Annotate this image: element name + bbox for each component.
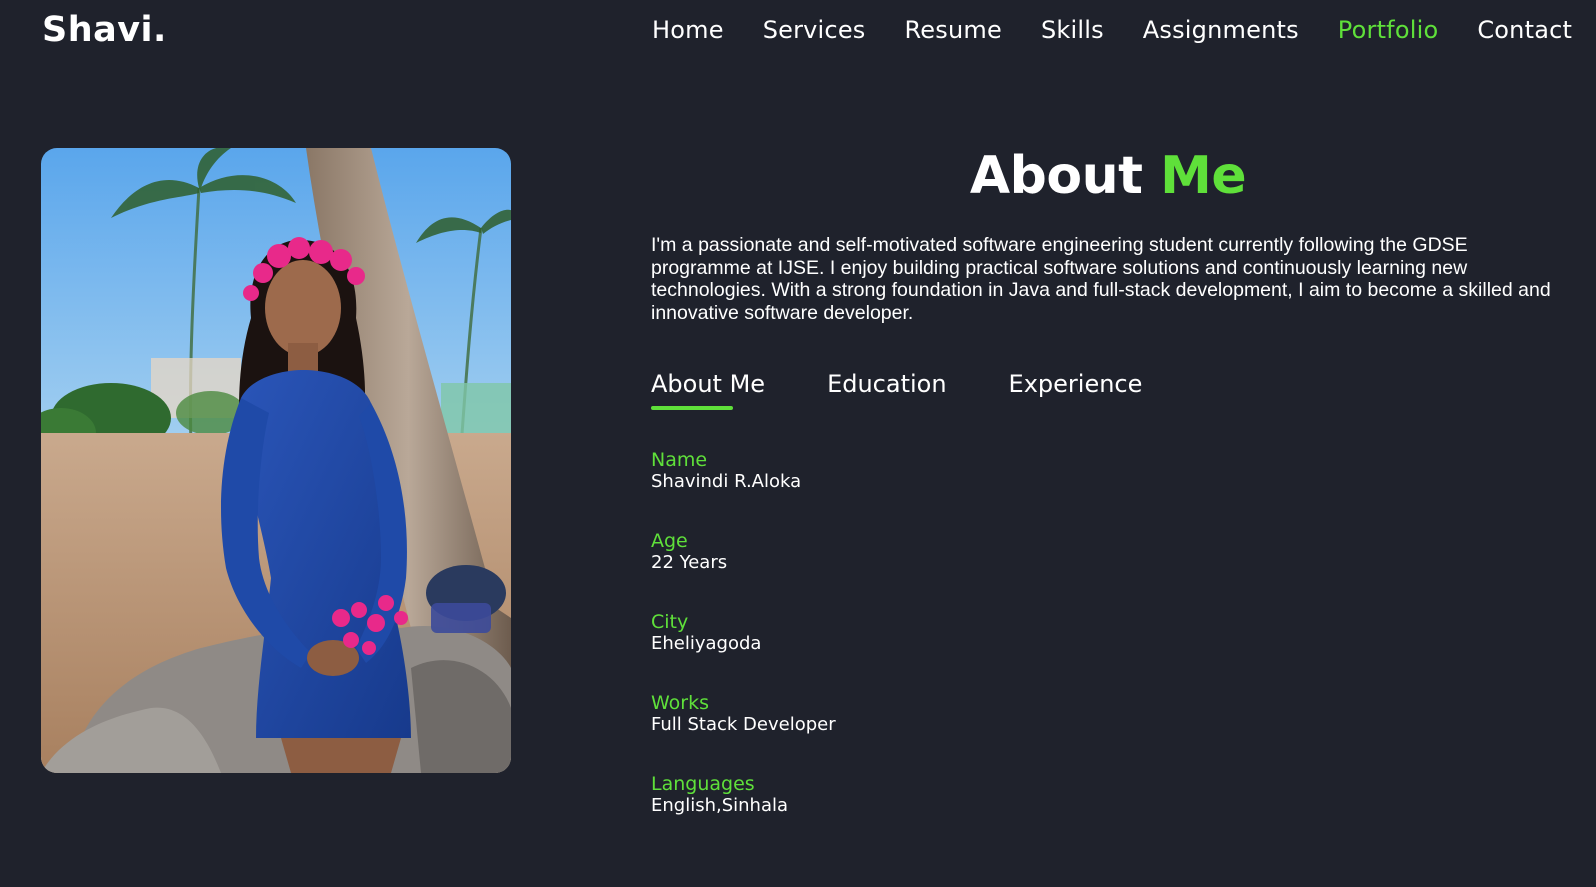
about-heading: About Me (660, 146, 1556, 206)
info-value: Full Stack Developer (651, 714, 836, 735)
main-nav: Home Services Resume Skills Assignments … (652, 16, 1596, 44)
about-heading-main: About (969, 146, 1143, 206)
info-item-city: City Eheliyagoda (651, 611, 836, 692)
info-item-age: Age 22 Years (651, 530, 836, 611)
info-value: Shavindi R.Aloka (651, 471, 802, 492)
info-value: Eheliyagoda (651, 633, 762, 654)
nav-resume[interactable]: Resume (905, 16, 1002, 44)
info-item-languages: Languages English,Sinhala (651, 773, 836, 854)
profile-photo (41, 148, 511, 773)
info-item-works: Works Full Stack Developer (651, 692, 836, 773)
info-label: Age (651, 530, 688, 552)
page: Shavi. Home Services Resume Skills Assig… (0, 0, 1596, 887)
nav-services[interactable]: Services (763, 16, 866, 44)
nav-home[interactable]: Home (652, 16, 724, 44)
info-item-name: Name Shavindi R.Aloka (651, 449, 836, 530)
info-value: English,Sinhala (651, 795, 789, 816)
about-intro: I'm a passionate and self-motivated soft… (651, 234, 1551, 324)
info-label: Works (651, 692, 710, 714)
about-heading-accent: Me (1160, 146, 1247, 206)
site-logo[interactable]: Shavi. (42, 10, 167, 50)
info-label: Languages (651, 773, 755, 795)
info-label: Name (651, 449, 708, 471)
info-label: City (651, 611, 689, 633)
tab-experience[interactable]: Experience (1009, 370, 1143, 408)
nav-contact[interactable]: Contact (1477, 16, 1572, 44)
nav-assignments[interactable]: Assignments (1143, 16, 1299, 44)
nav-portfolio[interactable]: Portfolio (1338, 16, 1439, 44)
tab-education[interactable]: Education (827, 370, 946, 408)
about-tabs: About Me Education Experience (651, 370, 1204, 410)
personal-info: Name Shavindi R.Aloka Age 22 Years City … (651, 449, 836, 854)
nav-skills[interactable]: Skills (1041, 16, 1104, 44)
info-value: 22 Years (651, 552, 728, 573)
tab-about-me[interactable]: About Me (651, 370, 765, 410)
